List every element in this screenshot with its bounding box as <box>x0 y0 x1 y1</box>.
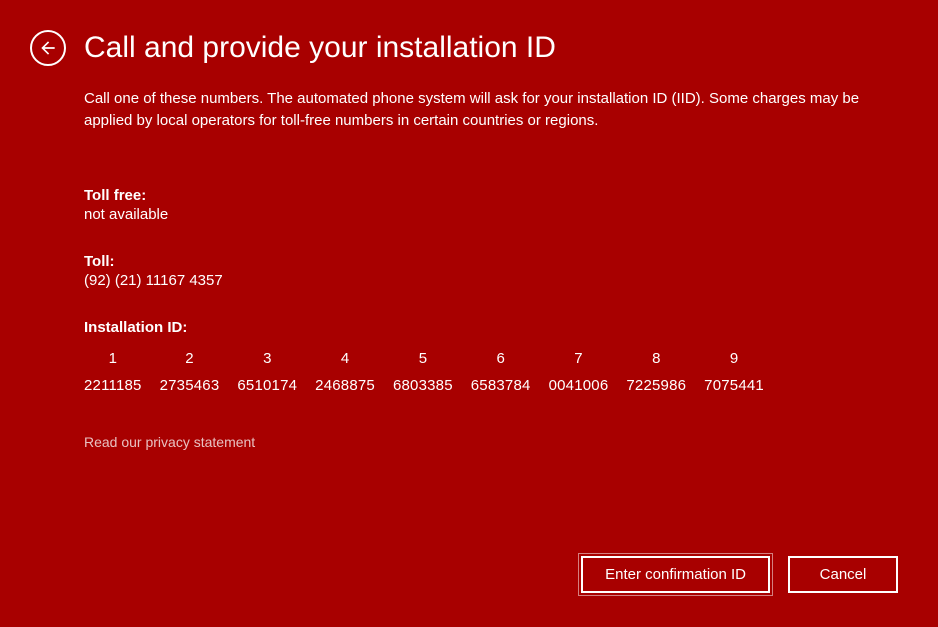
iid-index: 1 <box>109 350 117 367</box>
iid-column: 5 6803385 <box>393 350 453 394</box>
iid-index: 2 <box>185 350 193 367</box>
enter-confirmation-id-button[interactable]: Enter confirmation ID <box>581 556 770 593</box>
iid-index: 6 <box>496 350 504 367</box>
back-button[interactable] <box>30 30 66 66</box>
iid-value: 6803385 <box>393 377 453 394</box>
content-area: Call one of these numbers. The automated… <box>30 88 898 450</box>
iid-column: 9 7075441 <box>704 350 764 394</box>
toll-value: (92) (21) 11167 4357 <box>84 272 878 289</box>
description-text: Call one of these numbers. The automated… <box>84 88 878 132</box>
toll-free-section: Toll free: not available <box>84 187 878 223</box>
installation-id-table: 1 2211185 2 2735463 3 6510174 4 2468875 … <box>84 350 878 394</box>
privacy-statement-link[interactable]: Read our privacy statement <box>84 434 878 450</box>
page-title: Call and provide your installation ID <box>84 31 556 65</box>
iid-column: 6 6583784 <box>471 350 531 394</box>
iid-value: 7075441 <box>704 377 764 394</box>
iid-value: 6510174 <box>237 377 297 394</box>
iid-value: 7225986 <box>626 377 686 394</box>
iid-index: 4 <box>341 350 349 367</box>
iid-index: 9 <box>730 350 738 367</box>
iid-index: 7 <box>574 350 582 367</box>
iid-index: 5 <box>419 350 427 367</box>
iid-value: 0041006 <box>549 377 609 394</box>
toll-section: Toll: (92) (21) 11167 4357 <box>84 253 878 289</box>
arrow-left-icon <box>38 38 58 58</box>
iid-value: 2211185 <box>84 377 142 394</box>
toll-free-value: not available <box>84 206 878 223</box>
iid-index: 3 <box>263 350 271 367</box>
iid-column: 7 0041006 <box>549 350 609 394</box>
cancel-button[interactable]: Cancel <box>788 556 898 593</box>
button-row: Enter confirmation ID Cancel <box>581 556 898 593</box>
toll-free-label: Toll free: <box>84 187 878 204</box>
header: Call and provide your installation ID <box>30 30 898 66</box>
iid-value: 2468875 <box>315 377 375 394</box>
iid-column: 4 2468875 <box>315 350 375 394</box>
iid-value: 2735463 <box>160 377 220 394</box>
iid-column: 2 2735463 <box>160 350 220 394</box>
iid-index: 8 <box>652 350 660 367</box>
iid-column: 1 2211185 <box>84 350 142 394</box>
iid-column: 8 7225986 <box>626 350 686 394</box>
toll-label: Toll: <box>84 253 878 270</box>
iid-column: 3 6510174 <box>237 350 297 394</box>
activation-screen: Call and provide your installation ID Ca… <box>0 0 938 627</box>
installation-id-label: Installation ID: <box>84 319 878 336</box>
iid-value: 6583784 <box>471 377 531 394</box>
